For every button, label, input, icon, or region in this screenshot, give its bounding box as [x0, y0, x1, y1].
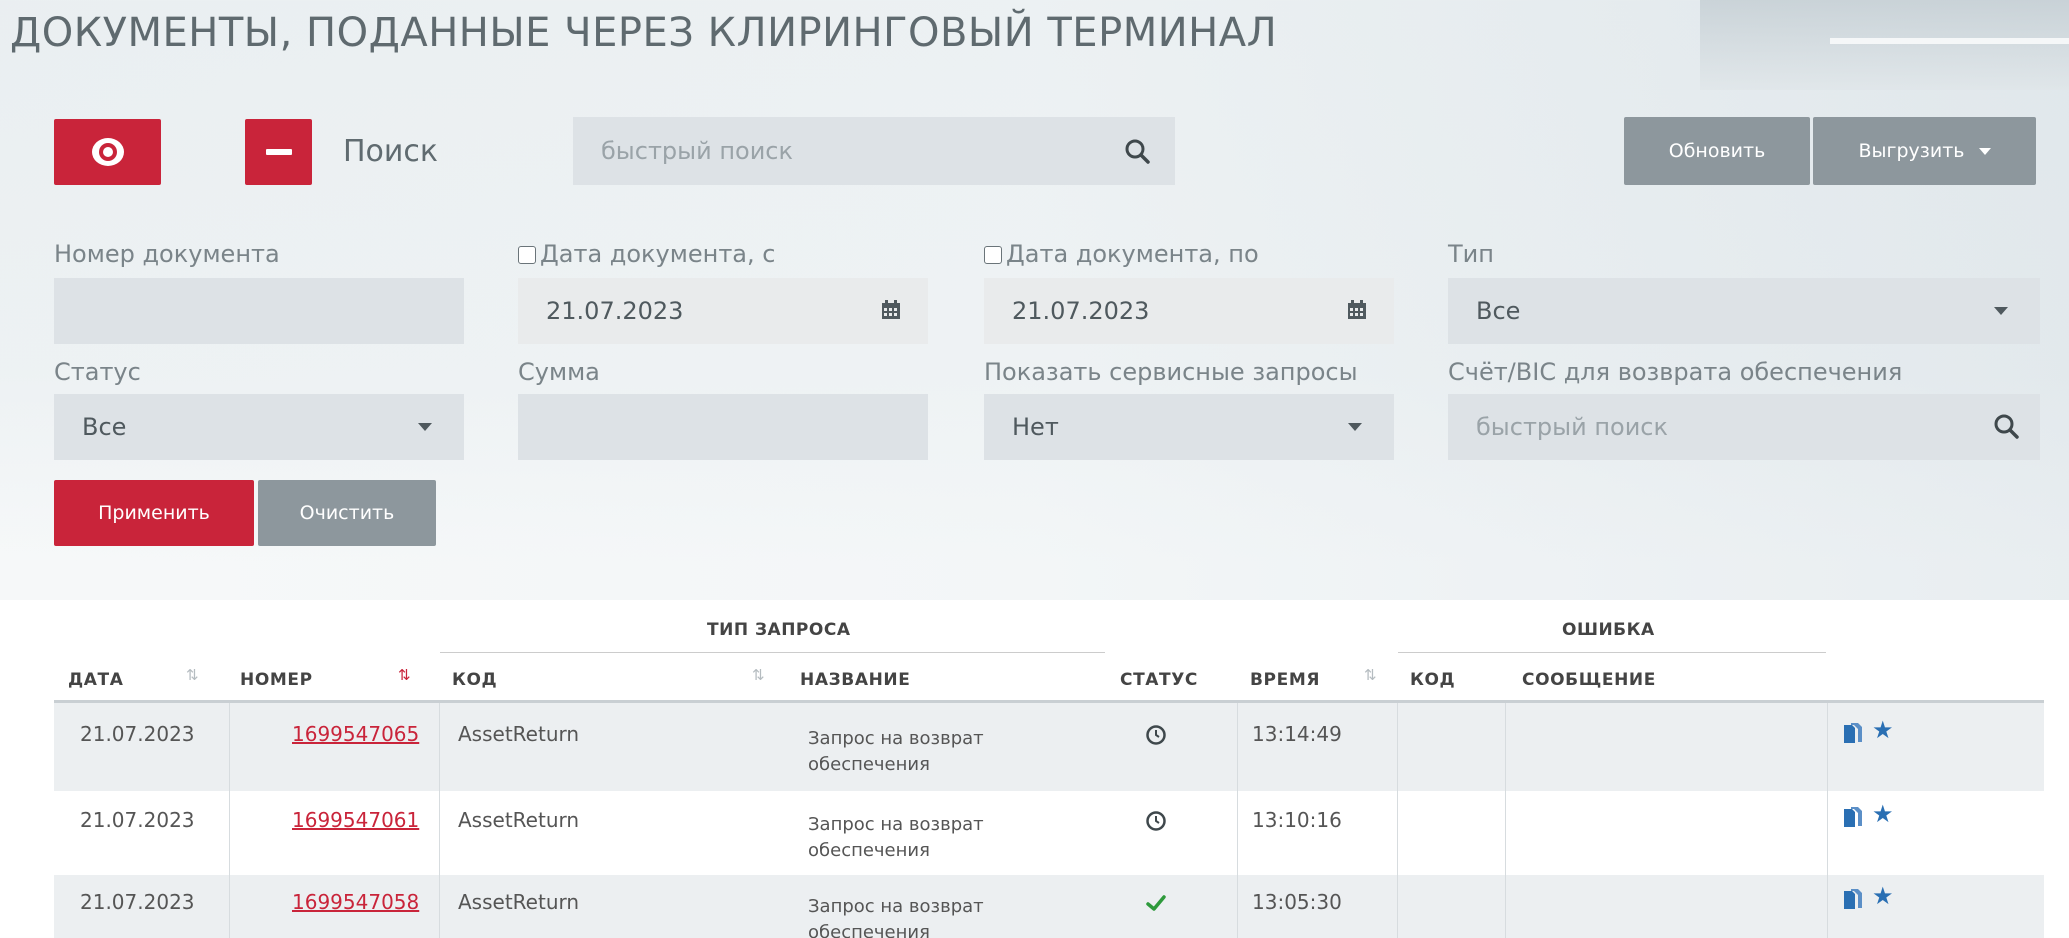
col-divider	[439, 703, 440, 938]
type-select[interactable]: Все	[1448, 278, 2040, 344]
export-dropdown-button[interactable]: Выгрузить	[1813, 117, 2036, 185]
background-decoration	[1700, 0, 2069, 90]
cell-time: 13:14:49	[1252, 722, 1342, 746]
date-to-label: Дата документа, по	[1006, 240, 1259, 268]
sort-icon[interactable]: ⇅	[1364, 666, 1377, 684]
col-header-message[interactable]: СООБЩЕНИЕ	[1522, 670, 1656, 690]
quick-search-input[interactable]	[573, 117, 1113, 185]
date-from-checkbox[interactable]	[518, 246, 536, 264]
check-icon	[1146, 895, 1166, 911]
account-bic-field[interactable]: быстрый поиск	[1448, 394, 2040, 460]
sort-icon[interactable]: ⇅	[752, 666, 765, 684]
group-header-request-type: ТИП ЗАПРОСА	[707, 620, 851, 640]
view-toggle-button[interactable]	[54, 119, 161, 185]
date-to-checkbox[interactable]	[984, 246, 1002, 264]
date-from-label: Дата документа, с	[540, 240, 776, 268]
star-icon[interactable]: ★	[1872, 882, 1894, 910]
col-header-time[interactable]: ВРЕМЯ	[1250, 670, 1320, 690]
col-header-error-code[interactable]: КОД	[1410, 670, 1455, 690]
col-header-date[interactable]: ДАТА	[68, 670, 123, 690]
eye-icon	[91, 138, 124, 166]
service-requests-select[interactable]: Нет	[984, 394, 1394, 460]
type-value: Все	[1476, 297, 1521, 325]
col-header-name[interactable]: НАЗВАНИЕ	[800, 670, 910, 690]
col-divider	[1827, 703, 1828, 938]
search-icon[interactable]	[1992, 412, 2022, 442]
apply-button-label: Применить	[98, 502, 210, 524]
documents-icon[interactable]	[1842, 888, 1864, 912]
cell-name: Запрос на возврат обеспечения	[808, 814, 984, 861]
star-icon[interactable]: ★	[1872, 716, 1894, 744]
clear-button-label: Очистить	[299, 502, 395, 524]
account-bic-placeholder: быстрый поиск	[1476, 413, 1668, 441]
clock-icon	[1146, 725, 1166, 745]
sort-desc-icon[interactable]: ⇅	[398, 666, 411, 684]
document-number-link[interactable]: 1699547065	[292, 722, 419, 746]
refresh-button[interactable]: Обновить	[1624, 117, 1810, 185]
quick-search-box	[573, 117, 1175, 185]
date-to-field[interactable]: 21.07.2023	[984, 278, 1394, 344]
group-divider	[440, 652, 1105, 653]
group-header-error: ОШИБКА	[1562, 620, 1655, 640]
caret-down-icon	[1994, 307, 2008, 315]
col-header-status[interactable]: СТАТУС	[1120, 670, 1198, 690]
col-divider	[1237, 703, 1238, 938]
page-title: ДОКУМЕНТЫ, ПОДАННЫЕ ЧЕРЕЗ КЛИРИНГОВЫЙ ТЕ…	[10, 10, 1278, 56]
status-label: Статус	[54, 358, 141, 386]
refresh-button-label: Обновить	[1668, 140, 1766, 162]
doc-number-label: Номер документа	[54, 240, 280, 268]
service-requests-label: Показать сервисные запросы	[984, 358, 1358, 386]
date-from-field[interactable]: 21.07.2023	[518, 278, 928, 344]
sum-label: Сумма	[518, 358, 600, 386]
star-icon[interactable]: ★	[1872, 800, 1894, 828]
caret-down-icon	[1978, 147, 1991, 155]
service-requests-value: Нет	[1012, 413, 1059, 441]
minus-icon	[265, 149, 292, 155]
search-icon[interactable]	[1123, 137, 1153, 167]
status-select[interactable]: Все	[54, 394, 464, 460]
caret-down-icon	[418, 423, 432, 431]
account-bic-label: Счёт/BIC для возврата обеспечения	[1448, 358, 1903, 386]
background-decoration-line	[1830, 38, 2069, 44]
sum-field[interactable]	[518, 394, 928, 460]
cell-name: Запрос на возврат обеспечения	[808, 728, 984, 775]
cell-code: AssetReturn	[458, 722, 580, 746]
col-divider	[1505, 703, 1506, 938]
type-label: Тип	[1448, 240, 1494, 268]
apply-button[interactable]: Применить	[54, 480, 254, 546]
calendar-icon[interactable]	[1346, 299, 1368, 321]
cell-code: AssetReturn	[458, 808, 580, 832]
date-from-value: 21.07.2023	[546, 297, 684, 325]
caret-down-icon	[1348, 423, 1362, 431]
documents-icon[interactable]	[1842, 806, 1864, 830]
group-divider	[1398, 652, 1826, 653]
export-button-label: Выгрузить	[1858, 140, 1965, 162]
cell-name: Запрос на возврат обеспечения	[808, 896, 984, 938]
sort-icon[interactable]: ⇅	[186, 666, 199, 684]
document-number-link[interactable]: 1699547061	[292, 808, 419, 832]
clear-button[interactable]: Очистить	[258, 480, 436, 546]
cell-time: 13:05:30	[1252, 890, 1342, 914]
doc-number-field[interactable]	[54, 278, 464, 344]
cell-date: 21.07.2023	[80, 722, 195, 746]
cell-date: 21.07.2023	[80, 890, 195, 914]
status-value: Все	[82, 413, 127, 441]
date-from-label-wrap: Дата документа, с	[518, 240, 775, 268]
col-divider	[1397, 703, 1398, 938]
col-divider	[229, 703, 230, 938]
collapse-search-button[interactable]	[245, 119, 312, 185]
col-header-code[interactable]: КОД	[452, 670, 497, 690]
date-to-value: 21.07.2023	[1012, 297, 1150, 325]
cell-code: AssetReturn	[458, 890, 580, 914]
calendar-icon[interactable]	[880, 299, 902, 321]
clock-icon	[1146, 811, 1166, 831]
cell-date: 21.07.2023	[80, 808, 195, 832]
search-section-label: Поиск	[343, 134, 439, 169]
col-header-number[interactable]: НОМЕР	[240, 670, 313, 690]
cell-time: 13:10:16	[1252, 808, 1342, 832]
documents-icon[interactable]	[1842, 722, 1864, 746]
date-to-label-wrap: Дата документа, по	[984, 240, 1259, 268]
document-number-link[interactable]: 1699547058	[292, 890, 419, 914]
